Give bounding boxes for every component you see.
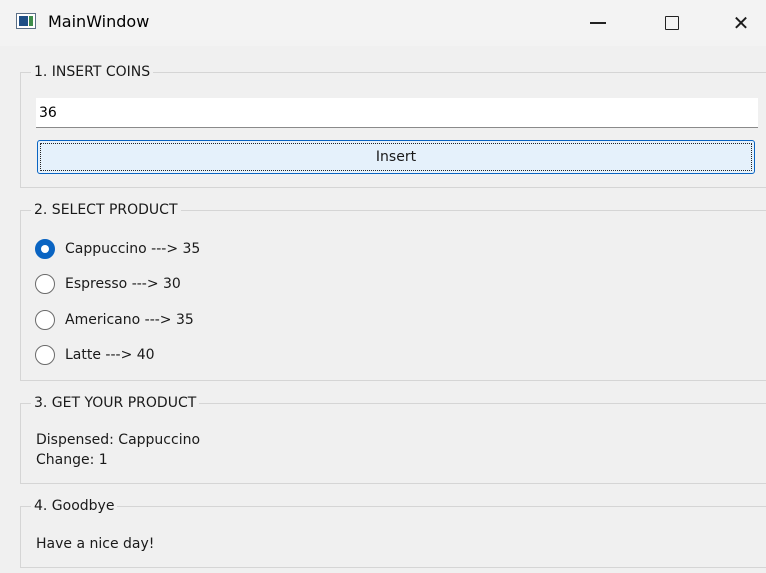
radio-indicator[interactable] (35, 239, 55, 259)
minimize-button[interactable] (568, 0, 628, 46)
radio-label: Cappuccino ---> 35 (65, 241, 201, 257)
get-product-title: 3. GET YOUR PRODUCT (31, 394, 200, 412)
minimize-icon (590, 22, 606, 24)
radio-label: Americano ---> 35 (65, 312, 194, 328)
radio-indicator[interactable] (35, 274, 55, 294)
maximize-button[interactable] (642, 0, 702, 46)
radio-espresso[interactable]: Espresso ---> 30 (35, 273, 181, 295)
select-product-title: 2. SELECT PRODUCT (31, 201, 181, 219)
maximize-icon (665, 16, 679, 30)
goodbye-title: 4. Goodbye (31, 497, 118, 515)
insert-button[interactable]: Insert (37, 140, 755, 174)
radio-indicator[interactable] (35, 310, 55, 330)
window-app-icon (16, 13, 36, 29)
radio-label: Espresso ---> 30 (65, 276, 181, 292)
dispensed-label: Dispensed: Cappuccino (36, 432, 201, 448)
close-icon: ✕ (732, 11, 750, 35)
goodbye-message: Have a nice day! (36, 536, 155, 552)
close-button[interactable]: ✕ (716, 0, 766, 46)
radio-latte[interactable]: Latte ---> 40 (35, 344, 155, 366)
radio-cappuccino[interactable]: Cappuccino ---> 35 (35, 238, 200, 260)
radio-americano[interactable]: Americano ---> 35 (35, 309, 194, 331)
radio-indicator[interactable] (35, 345, 55, 365)
change-label: Change: 1 (36, 452, 108, 468)
radio-label: Latte ---> 40 (65, 347, 155, 363)
title-bar[interactable]: MainWindow ✕ (0, 0, 766, 46)
coin-input[interactable] (36, 98, 758, 128)
insert-coins-title: 1. INSERT COINS (31, 63, 154, 81)
window-title: MainWindow (48, 12, 150, 31)
